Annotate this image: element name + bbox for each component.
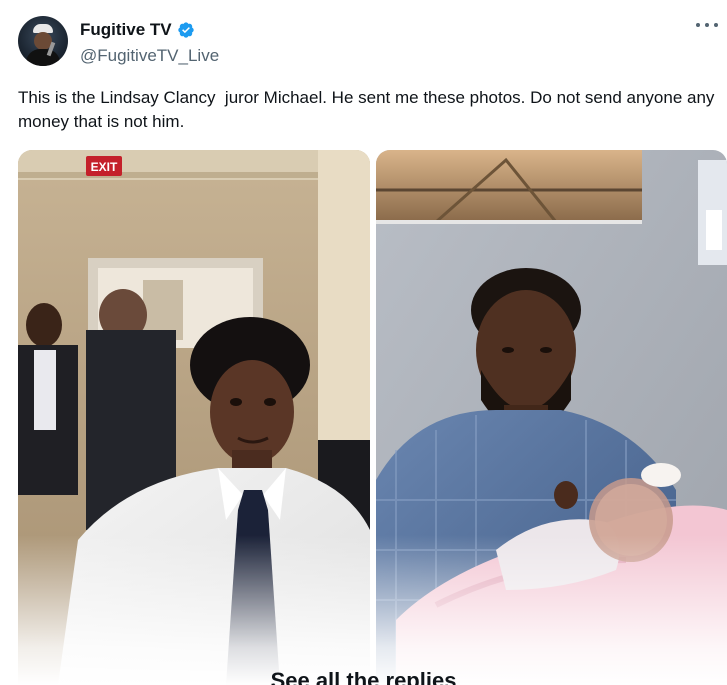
tweet-header: Fugitive TV @FugitiveTV_Live [18, 16, 718, 72]
avatar-body [26, 49, 60, 66]
more-options-icon[interactable] [696, 18, 718, 32]
media-grid: EXIT [18, 150, 727, 685]
see-all-replies-link[interactable]: See all the replies [0, 668, 727, 685]
display-name[interactable]: Fugitive TV [80, 20, 172, 40]
tweet-text: This is the Lindsay Clancy juror Michael… [18, 88, 720, 131]
handle[interactable]: @FugitiveTV_Live [80, 46, 219, 66]
name-row: Fugitive TV [80, 20, 195, 40]
exit-sign-text: EXIT [91, 160, 118, 174]
avatar[interactable] [18, 16, 68, 66]
media-fade-overlay [18, 535, 727, 685]
verified-badge-icon [177, 22, 194, 38]
